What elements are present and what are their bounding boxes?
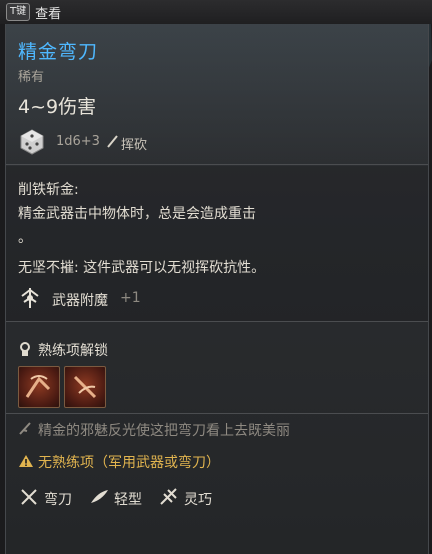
divider	[6, 413, 428, 414]
item-name: 精金弯刀	[18, 41, 99, 63]
view-label[interactable]: 查看	[35, 3, 61, 22]
slash-attack-icon	[25, 375, 51, 398]
tag-light: 轻型	[114, 492, 142, 508]
light-feather-icon	[91, 490, 108, 503]
slash-icon	[107, 135, 118, 148]
enchant-icon	[21, 288, 39, 308]
dice-icon	[20, 129, 44, 155]
tag-scimitar: 弯刀	[44, 492, 72, 508]
action-icon-parry[interactable]	[64, 366, 106, 408]
item-rarity: 稀有	[18, 70, 45, 85]
proficiency-warning: 无熟练项（军用武器或弯刀）	[38, 455, 220, 471]
passive-desc: 精金武器击中物体时，总是会造成重击	[18, 206, 256, 222]
divider	[6, 321, 428, 322]
action-icon-slash[interactable]	[18, 366, 60, 408]
unlock-icon	[20, 342, 30, 356]
finesse-icon	[160, 488, 177, 505]
damage-type: 挥砍	[121, 138, 148, 153]
feather-icon	[19, 422, 31, 435]
scimitar-icon	[21, 489, 37, 505]
damage-roll: 1d6+3	[56, 134, 100, 149]
flavor-text: 精金的邪魅反光使这把弯刀看上去既美丽	[38, 423, 290, 439]
proficiency-unlock-label: 熟练项解锁	[38, 343, 108, 359]
parry-icon	[73, 375, 97, 399]
warning-icon	[19, 455, 33, 467]
enchant-value: +1	[120, 290, 141, 306]
passive-desc-end: 。	[18, 230, 32, 246]
passive-unbreakable: 无坚不摧: 这件武器可以无视挥砍抗性。	[18, 260, 266, 276]
divider	[6, 164, 428, 165]
hotkey-badge[interactable]: T键	[6, 3, 31, 21]
item-damage: 4~9伤害	[18, 96, 97, 118]
top-bar: T键 查看	[0, 0, 432, 24]
passive-title: 削铁斩金:	[18, 182, 79, 198]
item-tooltip: 精金弯刀 稀有 4~9伤害 1d6+3 挥砍 削铁斩金: 精金武器击中物体时，总…	[5, 24, 429, 554]
enchant-label: 武器附魔	[52, 293, 108, 309]
tag-finesse: 灵巧	[184, 492, 212, 508]
